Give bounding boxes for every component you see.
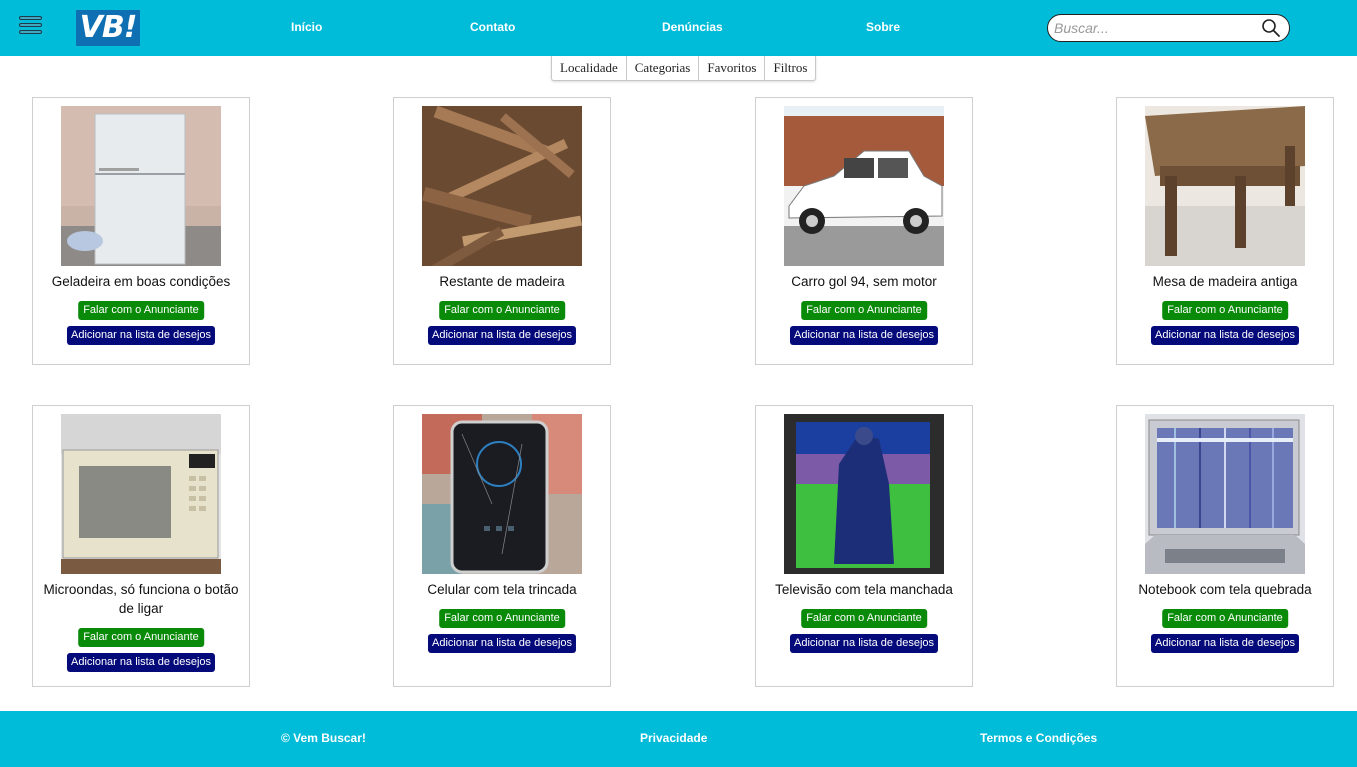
contact-seller-button[interactable]: Falar com o Anunciante: [1162, 301, 1288, 320]
contact-seller-button[interactable]: Falar com o Anunciante: [78, 628, 204, 647]
add-to-wishlist-button[interactable]: Adicionar na lista de desejos: [789, 326, 939, 345]
add-to-wishlist-button[interactable]: Adicionar na lista de desejos: [66, 326, 216, 345]
white-car-image[interactable]: [784, 106, 944, 266]
microwave-image[interactable]: [61, 414, 221, 574]
wooden-table-image[interactable]: [1145, 106, 1305, 266]
footer-terms-link[interactable]: Termos e Condições: [980, 731, 1097, 745]
search-box: [1047, 14, 1290, 42]
search-icon[interactable]: [1261, 18, 1281, 38]
add-to-wishlist-button[interactable]: Adicionar na lista de desejos: [427, 634, 577, 653]
contact-seller-button[interactable]: Falar com o Anunciante: [801, 301, 927, 320]
contact-seller-button[interactable]: Falar com o Anunciante: [439, 609, 565, 628]
footer-copyright: © Vem Buscar!: [281, 731, 366, 745]
footer: © Vem Buscar! Privacidade Termos e Condi…: [0, 711, 1357, 767]
listing-card[interactable]: Televisão com tela manchada Falar com o …: [755, 405, 973, 687]
filter-tabs: Localidade Categorias Favoritos Filtros: [551, 56, 817, 81]
contact-seller-button[interactable]: Falar com o Anunciante: [801, 609, 927, 628]
listing-card[interactable]: Notebook com tela quebrada Falar com o A…: [1116, 405, 1334, 687]
top-navbar: VB! Início Contato Denúncias Sobre: [0, 0, 1357, 56]
listing-title[interactable]: Carro gol 94, sem motor: [762, 272, 966, 291]
listing-title[interactable]: Microondas, só funciona o botão de ligar: [39, 580, 243, 618]
nav-link-contato[interactable]: Contato: [470, 20, 515, 34]
listing-card[interactable]: Carro gol 94, sem motor Falar com o Anun…: [755, 97, 973, 365]
listing-title[interactable]: Notebook com tela quebrada: [1123, 580, 1327, 599]
search-input[interactable]: [1054, 18, 1254, 38]
listing-title[interactable]: Restante de madeira: [400, 272, 604, 291]
tab-categorias[interactable]: Categorias: [627, 56, 700, 80]
stained-tv-image[interactable]: [784, 414, 944, 574]
footer-privacy-link[interactable]: Privacidade: [640, 731, 707, 745]
nav-link-denuncias[interactable]: Denúncias: [662, 20, 723, 34]
add-to-wishlist-button[interactable]: Adicionar na lista de desejos: [789, 634, 939, 653]
cracked-phone-image[interactable]: [422, 414, 582, 574]
menu-icon[interactable]: [19, 16, 43, 42]
refrigerator-image[interactable]: [61, 106, 221, 266]
add-to-wishlist-button[interactable]: Adicionar na lista de desejos: [1150, 326, 1300, 345]
listing-title[interactable]: Televisão com tela manchada: [762, 580, 966, 599]
tab-favoritos[interactable]: Favoritos: [699, 56, 766, 80]
listing-title[interactable]: Mesa de madeira antiga: [1123, 272, 1327, 291]
listing-card[interactable]: Mesa de madeira antiga Falar com o Anunc…: [1116, 97, 1334, 365]
nav-link-inicio[interactable]: Início: [291, 20, 322, 34]
listing-title[interactable]: Geladeira em boas condições: [39, 272, 243, 291]
add-to-wishlist-button[interactable]: Adicionar na lista de desejos: [66, 653, 216, 672]
listing-title[interactable]: Celular com tela trincada: [400, 580, 604, 599]
tab-filtros[interactable]: Filtros: [765, 56, 815, 80]
nav-link-sobre[interactable]: Sobre: [866, 20, 900, 34]
broken-laptop-image[interactable]: [1145, 414, 1305, 574]
listing-card[interactable]: Geladeira em boas condições Falar com o …: [32, 97, 250, 365]
add-to-wishlist-button[interactable]: Adicionar na lista de desejos: [1150, 634, 1300, 653]
site-logo[interactable]: VB!: [76, 10, 140, 46]
wood-pile-image[interactable]: [422, 106, 582, 266]
contact-seller-button[interactable]: Falar com o Anunciante: [439, 301, 565, 320]
listing-card[interactable]: Celular com tela trincada Falar com o An…: [393, 405, 611, 687]
contact-seller-button[interactable]: Falar com o Anunciante: [78, 301, 204, 320]
add-to-wishlist-button[interactable]: Adicionar na lista de desejos: [427, 326, 577, 345]
tab-localidade[interactable]: Localidade: [552, 56, 627, 80]
contact-seller-button[interactable]: Falar com o Anunciante: [1162, 609, 1288, 628]
listing-card[interactable]: Microondas, só funciona o botão de ligar…: [32, 405, 250, 687]
listing-card[interactable]: Restante de madeira Falar com o Anuncian…: [393, 97, 611, 365]
